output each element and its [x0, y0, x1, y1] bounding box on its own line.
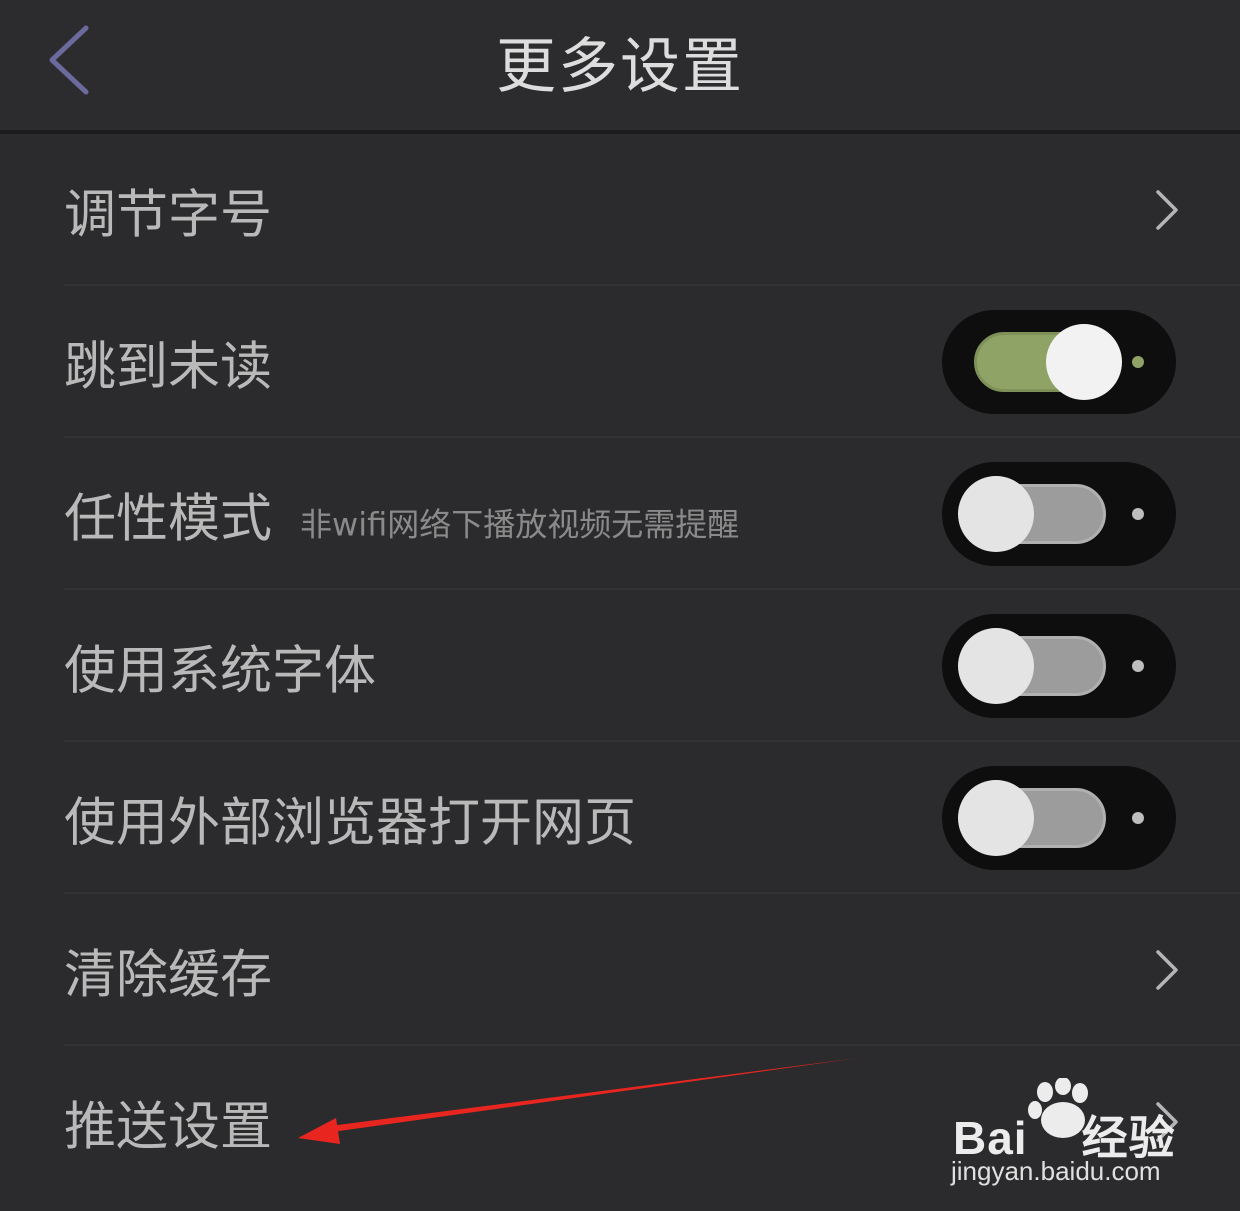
setting-label: 任性模式 非wifi网络下播放视频无需提醒: [64, 477, 739, 552]
toggle-knob: [958, 628, 1034, 704]
setting-clear-cache[interactable]: 清除缓存: [0, 894, 1240, 1046]
toggle-indicator-dot: [1132, 356, 1144, 368]
chevron-right-icon: [1156, 190, 1178, 230]
settings-list: 调节字号 跳到未读 任性模式 非wifi网络下播放视频无需提醒 使用系统字体 使…: [0, 134, 1240, 1198]
external-browser-toggle[interactable]: [942, 766, 1176, 870]
toggle-knob: [1046, 324, 1122, 400]
watermark-url: jingyan.baidu.com: [951, 1156, 1161, 1186]
setting-label: 使用外部浏览器打开网页: [64, 793, 637, 854]
setting-label: 推送设置: [64, 1097, 273, 1158]
setting-label: 跳到未读: [64, 337, 273, 398]
setting-label: 使用系统字体: [64, 641, 377, 702]
toggle-indicator-dot: [1132, 660, 1144, 672]
toggle-indicator-dot: [1132, 508, 1144, 520]
setting-willful-mode: 任性模式 非wifi网络下播放视频无需提醒: [0, 438, 1240, 590]
setting-label: 调节字号: [64, 185, 273, 246]
baidu-jingyan-watermark: Bai 经验 jingyan.baidu.com: [945, 1078, 1185, 1198]
setting-jump-to-unread: 跳到未读: [0, 286, 1240, 438]
page-title: 更多设置: [496, 32, 744, 102]
willful-mode-toggle[interactable]: [942, 462, 1176, 566]
top-bar: 更多设置: [0, 0, 1240, 134]
setting-font-size[interactable]: 调节字号: [0, 134, 1240, 286]
toggle-indicator-dot: [1132, 812, 1144, 824]
chevron-right-icon: [1156, 950, 1178, 990]
setting-label-text: 任性模式: [64, 489, 273, 550]
toggle-knob: [958, 476, 1034, 552]
toggle-knob: [958, 780, 1034, 856]
system-font-toggle[interactable]: [942, 614, 1176, 718]
setting-label: 清除缓存: [64, 945, 273, 1006]
setting-external-browser: 使用外部浏览器打开网页: [0, 742, 1240, 894]
jump-to-unread-toggle[interactable]: [942, 310, 1176, 414]
setting-description: 非wifi网络下播放视频无需提醒: [300, 505, 740, 544]
setting-system-font: 使用系统字体: [0, 590, 1240, 742]
